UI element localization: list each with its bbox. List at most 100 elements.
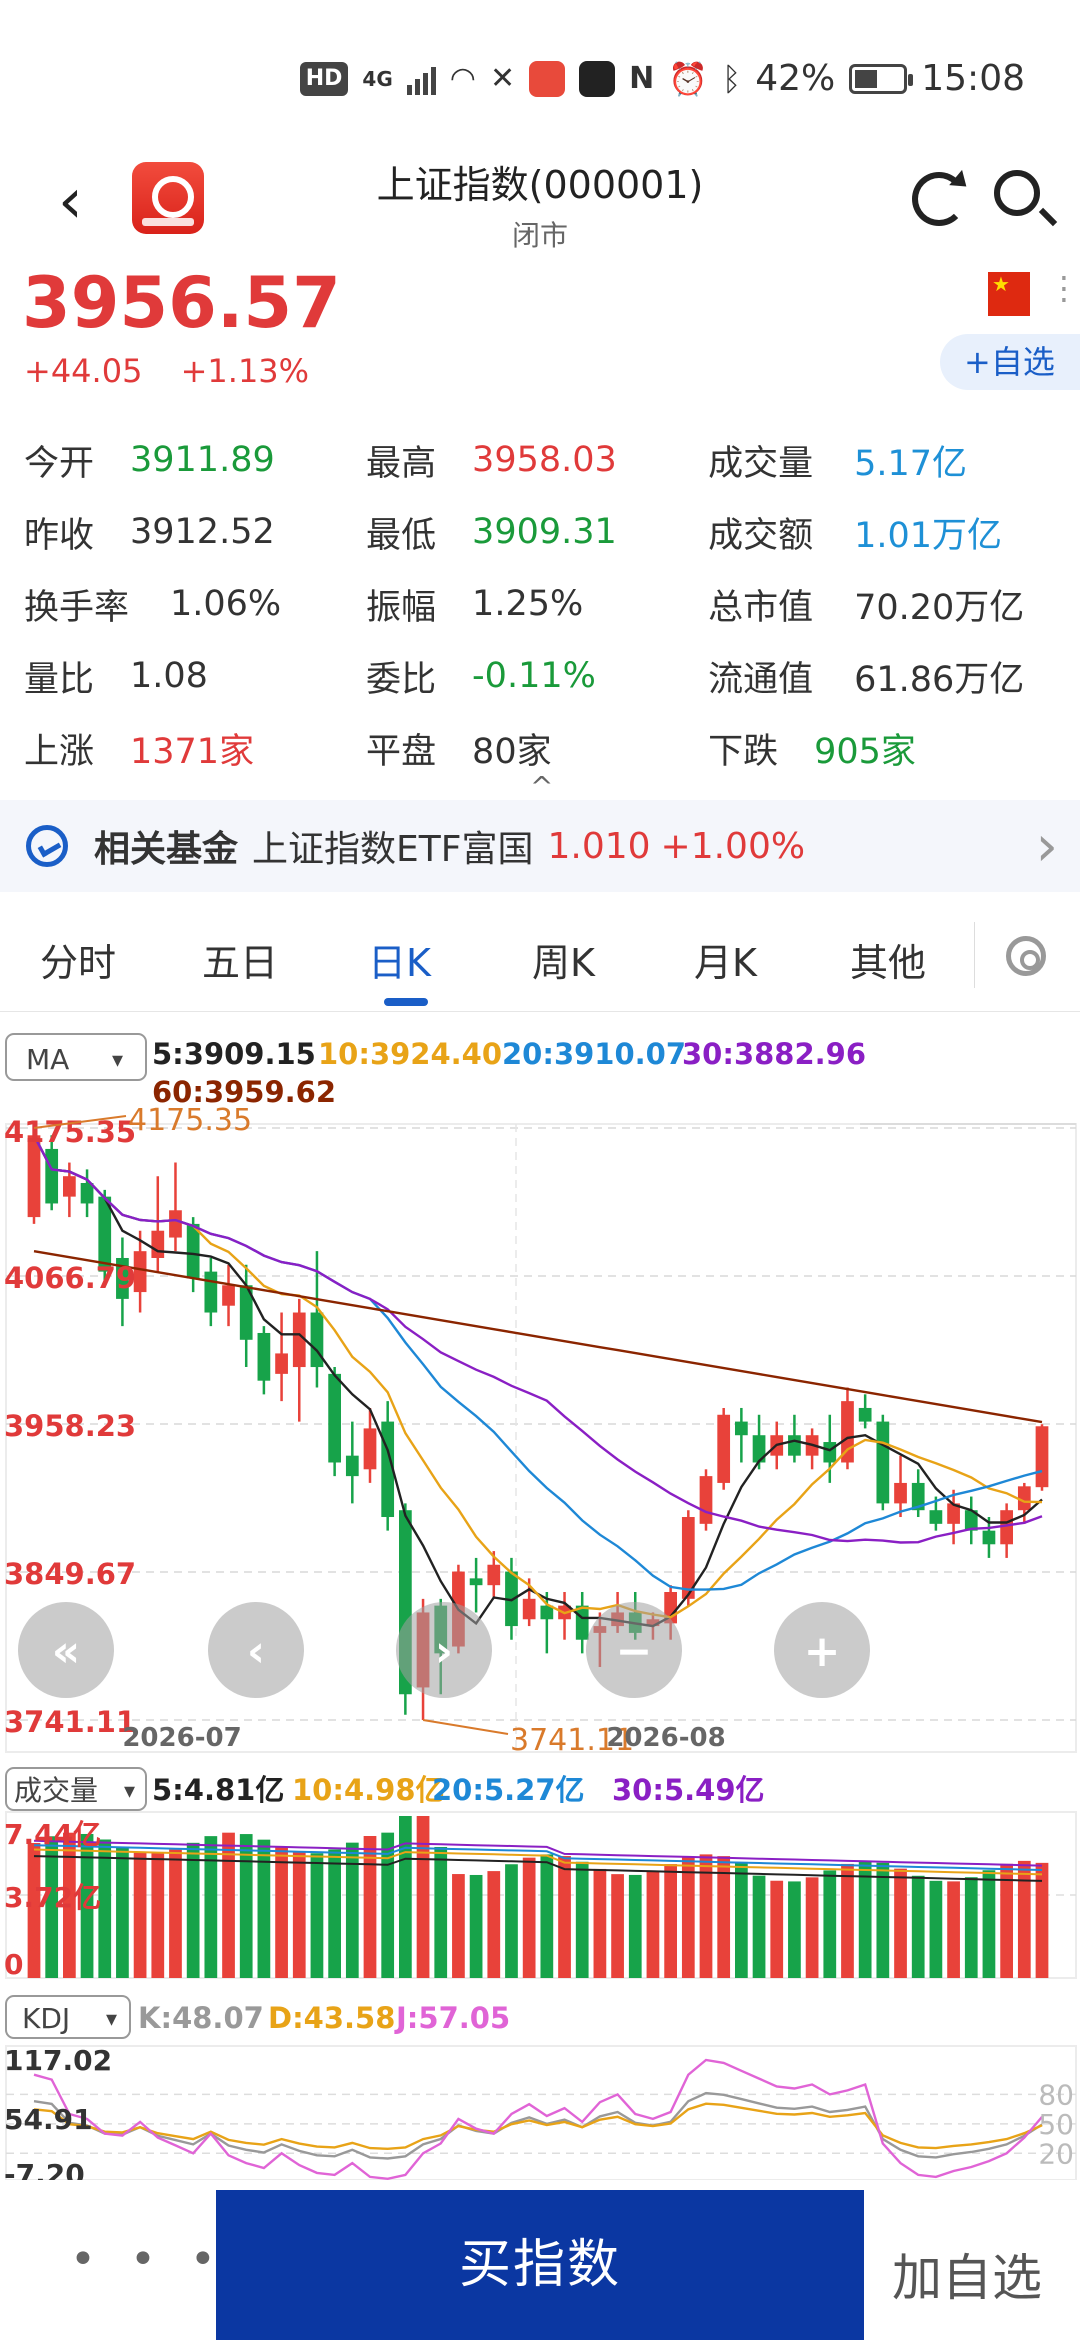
stats-row: 换手率 1.06% 振幅 1.25% 总市值 70.20万亿 [24,568,1064,640]
search-icon[interactable] [994,170,1040,216]
ma-legend-item: 10:3924.40 [318,1037,502,1071]
bottom-action-bar: • • • 买指数 加自选 [0,2188,1080,2340]
stats-row: 昨收 3912.52 最低 3909.31 成交额 1.01万亿 [24,496,1064,568]
volume-bar [186,1842,200,1978]
fund-price: 1.010 [547,825,651,867]
hd-icon: HD [299,61,349,96]
candle-body [575,1605,589,1640]
volume-bar [593,1868,607,1978]
kdj-selector-label: KDJ [22,2002,70,2035]
stat-value: -0.11% [472,656,596,696]
volume-ma-line [33,1855,1043,1882]
add-watchlist-bottom-button[interactable]: 加自选 [892,2238,1042,2310]
candle-body [63,1176,76,1197]
stat-cell: 昨收 3912.52 [24,496,366,568]
add-watchlist-button[interactable]: +自选 [940,334,1080,390]
market-status: 闭市 [511,219,568,252]
stat-value: 80家 [472,731,552,772]
change-value: +44.05 [24,352,143,390]
chevron-down-icon: ▾ [124,1779,135,1804]
stat-value: 3912.52 [130,512,275,552]
volume-bar [257,1839,271,1978]
stat-label: 平盘 [366,731,437,772]
candle-body [1035,1426,1049,1488]
missed-call-icon: ✕ [489,61,516,96]
stat-label: 流通值 [708,659,814,700]
volume-bar [646,1870,660,1978]
alarm-icon: ⏰ [668,59,709,98]
ma-line-5 [32,1134,1043,1628]
period-tabs: 分时 五日 日K 周K 月K 其他 [0,902,1080,1012]
expand-caret-icon[interactable]: ^ [530,770,553,803]
more-menu-button[interactable]: • • • [70,2234,226,2285]
volume-bar [292,1852,306,1978]
refresh-icon[interactable] [912,172,966,226]
candle-body [735,1421,748,1436]
tab-other[interactable]: 其他 [850,932,926,987]
candle-body [80,1183,94,1204]
stats-row: 今开 3911.89 最高 3958.03 成交量 5.17亿 [24,424,1064,496]
candle-body [876,1421,890,1504]
price-tick-label: 3849.67 [4,1557,136,1591]
stat-value: 1.06% [170,584,282,624]
top-nav: ‹ 上证指数(000001) 闭市 [0,150,1080,260]
change-percent: +1.13% [180,352,310,390]
buy-index-button[interactable]: 买指数 [216,2190,864,2340]
volume-tick-label: 3.72亿 [4,1881,101,1914]
tab-daily-k[interactable]: 日K [368,932,431,987]
volume-bar [628,1874,642,1978]
volume-bar [788,1881,801,1978]
ma-line-30 [32,1134,1043,1544]
volume-bar [469,1874,483,1978]
status-bar: HD 4G ◠ ✕ N ⏰ ᛒ 42% 15:08 [0,0,1080,150]
gear-icon[interactable] [1006,936,1046,976]
volume-legend-item: 30:5.49亿 [612,1773,765,1807]
volume-bar [133,1852,147,1978]
kdj-right-tick: 20 [1038,2137,1074,2170]
stat-label: 最高 [366,443,437,484]
stat-value: 1371家 [130,731,255,772]
stat-cell: 下跌 905家 [708,712,1064,784]
fund-change: +1.00% [660,825,806,867]
date-label: 2026-08 [606,1723,725,1753]
candle-body [788,1435,801,1456]
candle-body [469,1578,483,1586]
stat-label: 昨收 [24,515,95,556]
fund-trend-icon [26,825,68,867]
tab-intraday[interactable]: 分时 [40,932,116,987]
kdj-legend-item: J:57.05 [394,2001,510,2035]
stat-cell: 振幅 1.25% [366,568,708,640]
chevron-right-icon: › [1035,814,1058,879]
volume-bar [752,1875,766,1978]
candle-body [717,1414,731,1483]
tab-five-day[interactable]: 五日 [202,932,278,987]
stat-cell: 今开 3911.89 [24,424,366,496]
stat-cell: 成交量 5.17亿 [708,424,1064,496]
stat-cell: 成交额 1.01万亿 [708,496,1064,568]
stat-cell: 上涨 1371家 [24,712,366,784]
candle-body [275,1353,288,1374]
stat-label: 成交额 [708,515,814,556]
stat-label: 成交量 [708,443,814,484]
tab-weekly-k[interactable]: 周K [532,932,595,987]
stat-value: 3909.31 [472,512,617,552]
kdj-right-tick: 80 [1038,2078,1074,2111]
volume-bar [116,1846,129,1978]
kline-chart[interactable]: MA ▾ 5:3909.15 10:3924.40 20:3910.0730:3882.… [0,1020,1080,2180]
candle-body [858,1407,872,1422]
stat-label: 委比 [366,659,437,700]
price-tick-label: 4066.79 [4,1261,136,1295]
min-annotation-line [422,1719,509,1735]
stat-label: 振幅 [366,587,437,628]
stat-cell: 换手率 1.06% [24,568,366,640]
more-options-icon[interactable]: ⋮ [1048,272,1080,304]
volume-bar [805,1877,819,1978]
candle-body [222,1285,235,1306]
related-fund-bar[interactable]: 相关基金 上证指数ETF富国 1.010 +1.00% › [0,800,1080,892]
kdj-legend-item: D:43.58 [268,2001,395,2035]
volume-legend-item: 20:5.27亿 [432,1773,585,1807]
tab-monthly-k[interactable]: 月K [694,932,757,987]
wifi-icon: ◠ [449,61,476,96]
zoom-out-icon: − [616,1626,653,1677]
battery-percent: 42% [755,58,836,99]
